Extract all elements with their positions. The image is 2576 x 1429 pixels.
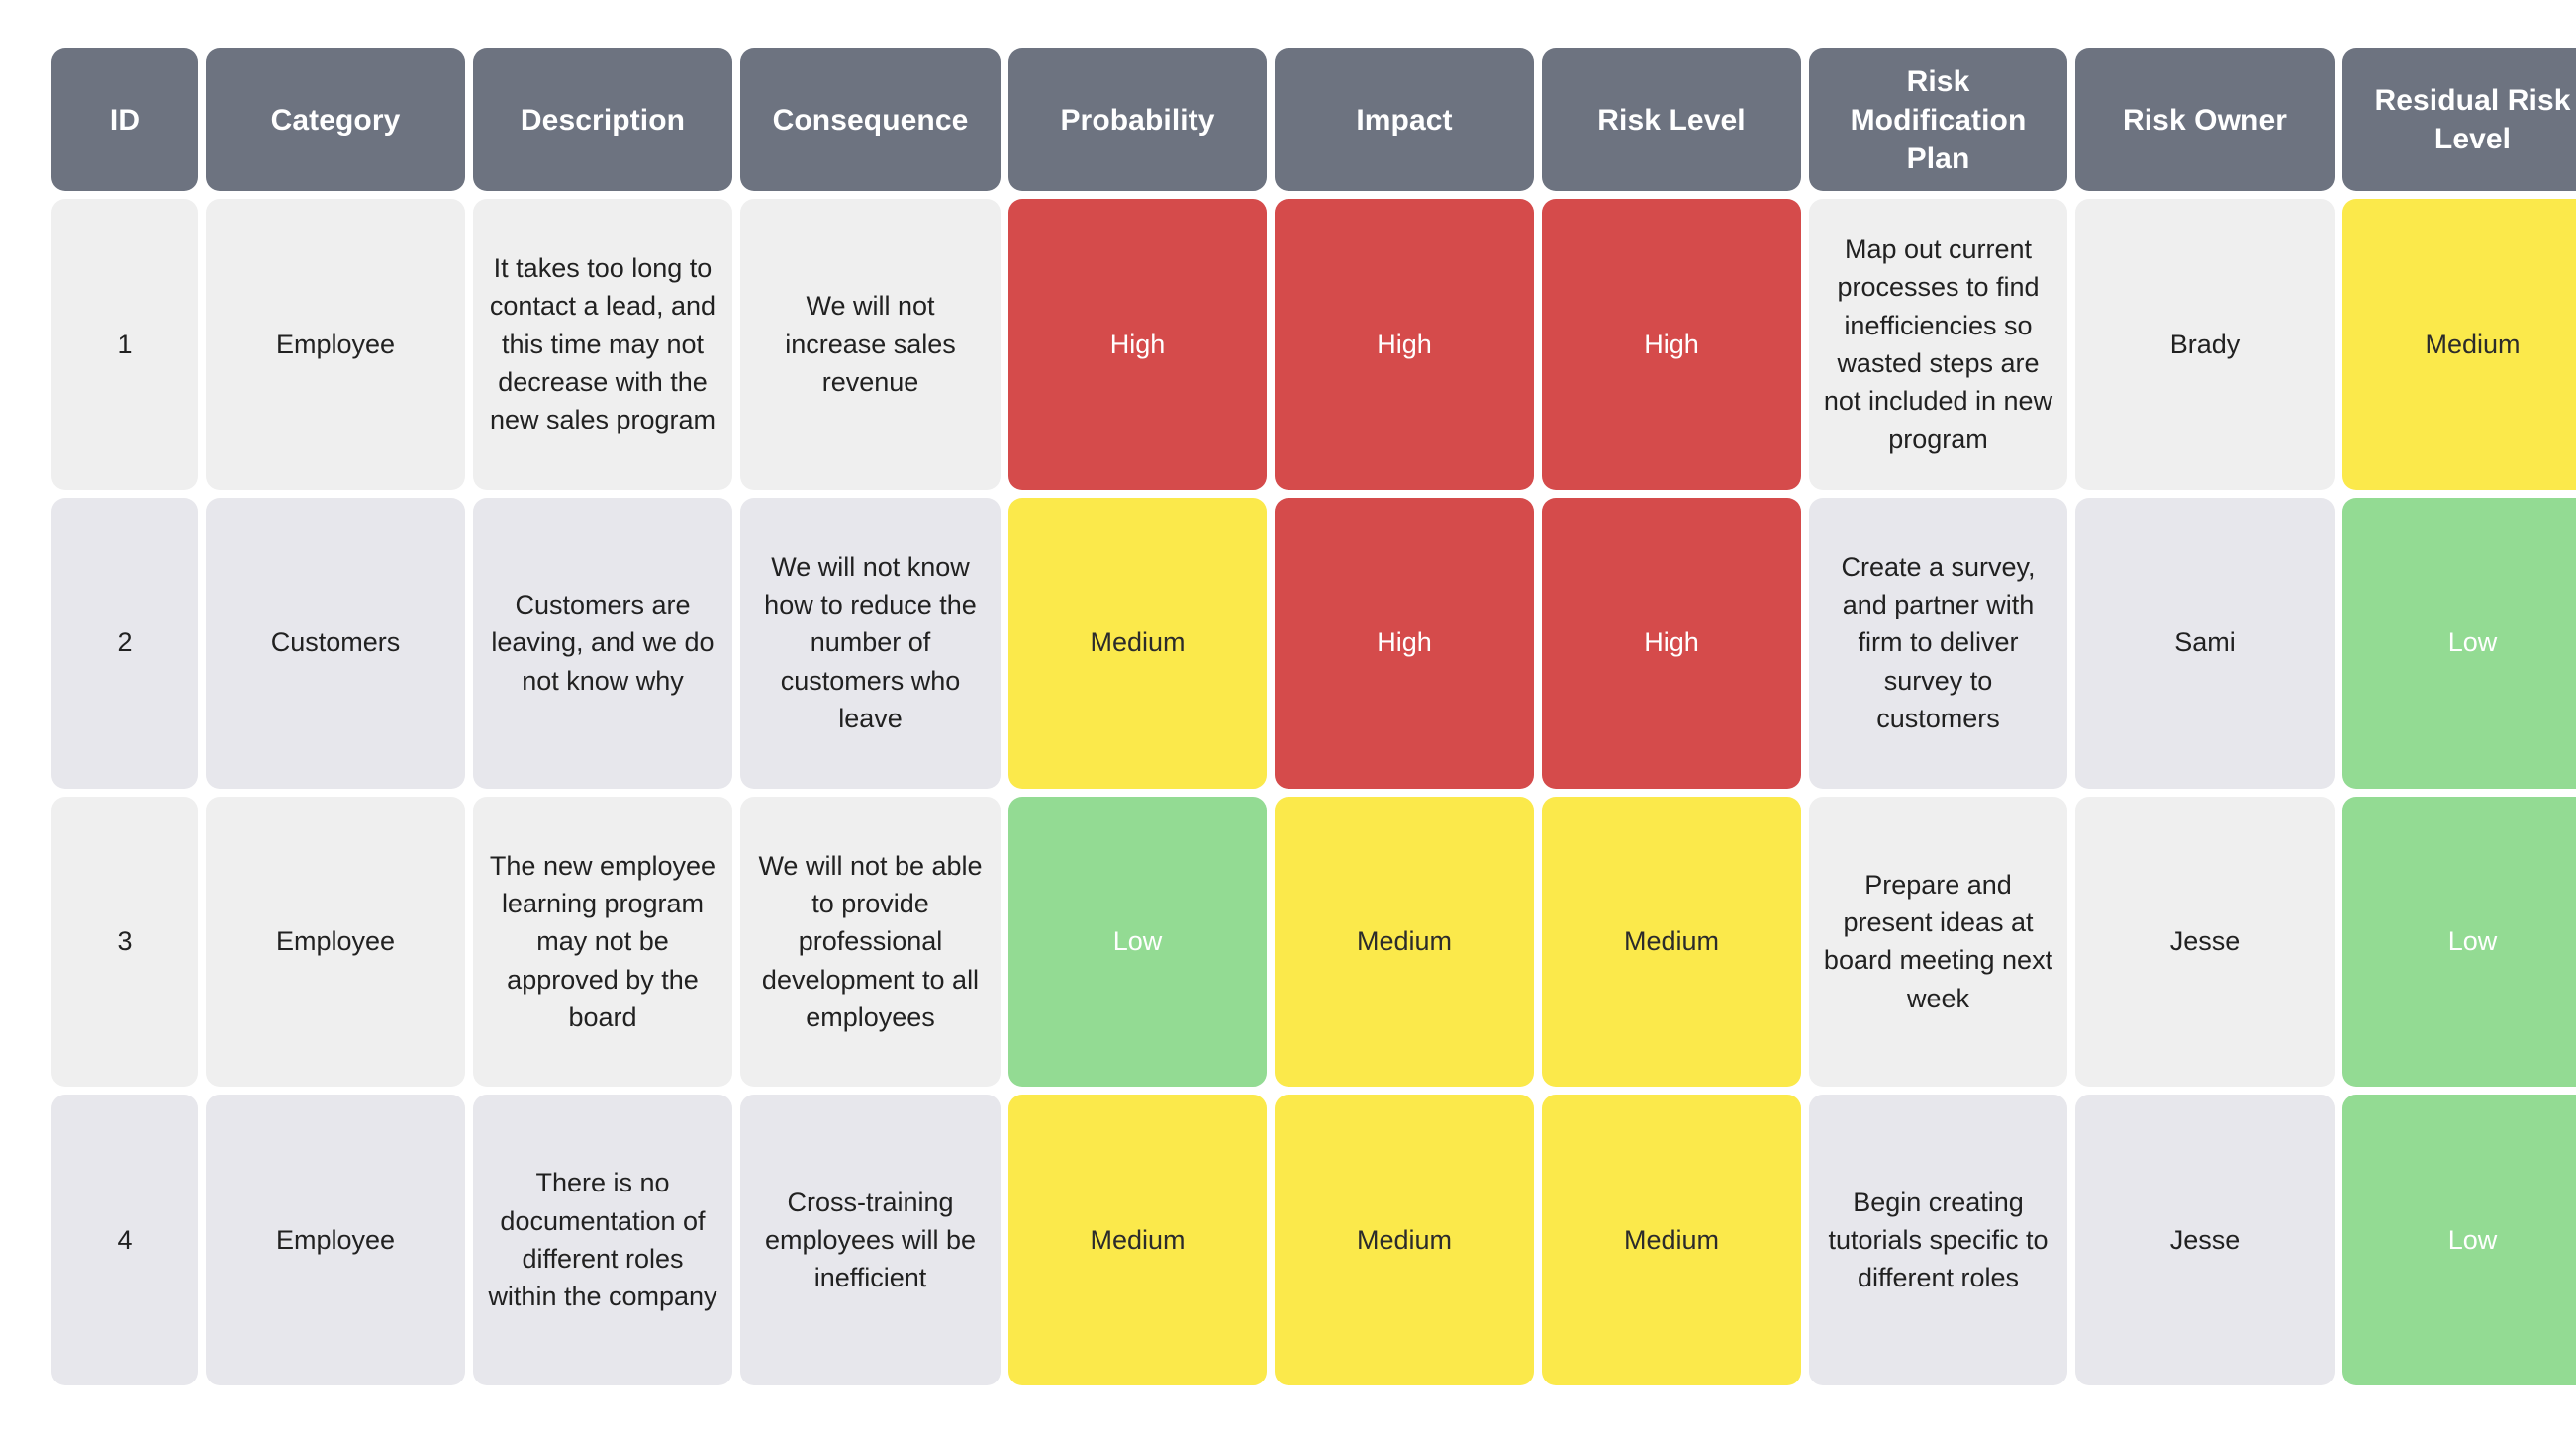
risk-register-table: ID Category Description Consequence Prob…: [0, 0, 2576, 1429]
cell-probability: High: [1008, 199, 1267, 490]
cell-residual-risk-level: Low: [2342, 1095, 2576, 1385]
cell-risk-owner: Jesse: [2075, 796, 2335, 1088]
column-header-impact[interactable]: Impact: [1275, 48, 1534, 191]
cell-id: 3: [51, 796, 198, 1088]
cell-probability: Low: [1008, 796, 1267, 1088]
cell-impact: High: [1275, 199, 1534, 490]
cell-risk-level: High: [1542, 497, 1801, 789]
cell-risk-modification-plan: Map out current processes to find ineffi…: [1809, 199, 2067, 490]
column-header-category[interactable]: Category: [206, 48, 465, 191]
cell-consequence: We will not know how to reduce the numbe…: [740, 497, 1001, 789]
table-grid: ID Category Description Consequence Prob…: [48, 45, 2576, 1389]
cell-probability: Medium: [1008, 497, 1267, 789]
cell-category: Employee: [206, 796, 465, 1088]
column-header-risk-modification-plan[interactable]: Risk Modification Plan: [1809, 48, 2067, 191]
table-row: 3 Employee The new employee learning pro…: [48, 793, 2576, 1092]
cell-risk-modification-plan: Prepare and present ideas at board meeti…: [1809, 796, 2067, 1088]
cell-consequence: We will not increase sales revenue: [740, 199, 1001, 490]
cell-id: 1: [51, 199, 198, 490]
cell-category: Employee: [206, 1095, 465, 1385]
cell-impact: Medium: [1275, 796, 1534, 1088]
cell-residual-risk-level: Medium: [2342, 199, 2576, 490]
cell-consequence: We will not be able to provide professio…: [740, 796, 1001, 1088]
column-header-risk-owner[interactable]: Risk Owner: [2075, 48, 2335, 191]
cell-risk-level: Medium: [1542, 1095, 1801, 1385]
column-header-risk-level[interactable]: Risk Level: [1542, 48, 1801, 191]
column-header-id[interactable]: ID: [51, 48, 198, 191]
cell-id: 2: [51, 497, 198, 789]
table-header-row: ID Category Description Consequence Prob…: [48, 45, 2576, 195]
cell-risk-modification-plan: Begin creating tutorials specific to dif…: [1809, 1095, 2067, 1385]
cell-category: Employee: [206, 199, 465, 490]
cell-risk-modification-plan: Create a survey, and partner with firm t…: [1809, 497, 2067, 789]
cell-probability: Medium: [1008, 1095, 1267, 1385]
table-row: 2 Customers Customers are leaving, and w…: [48, 494, 2576, 793]
cell-category: Customers: [206, 497, 465, 789]
column-header-consequence[interactable]: Consequence: [740, 48, 1001, 191]
cell-residual-risk-level: Low: [2342, 497, 2576, 789]
cell-description: It takes too long to contact a lead, and…: [473, 199, 732, 490]
cell-risk-level: High: [1542, 199, 1801, 490]
table-row: 4 Employee There is no documentation of …: [48, 1091, 2576, 1389]
cell-residual-risk-level: Low: [2342, 796, 2576, 1088]
column-header-residual-risk-level[interactable]: Residual Risk Level: [2342, 48, 2576, 191]
cell-risk-level: Medium: [1542, 796, 1801, 1088]
column-header-description[interactable]: Description: [473, 48, 732, 191]
cell-impact: Medium: [1275, 1095, 1534, 1385]
cell-description: The new employee learning program may no…: [473, 796, 732, 1088]
cell-impact: High: [1275, 497, 1534, 789]
cell-risk-owner: Jesse: [2075, 1095, 2335, 1385]
cell-description: Customers are leaving, and we do not kno…: [473, 497, 732, 789]
cell-risk-owner: Sami: [2075, 497, 2335, 789]
cell-description: There is no documentation of different r…: [473, 1095, 732, 1385]
column-header-probability[interactable]: Probability: [1008, 48, 1267, 191]
cell-risk-owner: Brady: [2075, 199, 2335, 490]
cell-consequence: Cross-training employees will be ineffic…: [740, 1095, 1001, 1385]
cell-id: 4: [51, 1095, 198, 1385]
table-row: 1 Employee It takes too long to contact …: [48, 195, 2576, 494]
